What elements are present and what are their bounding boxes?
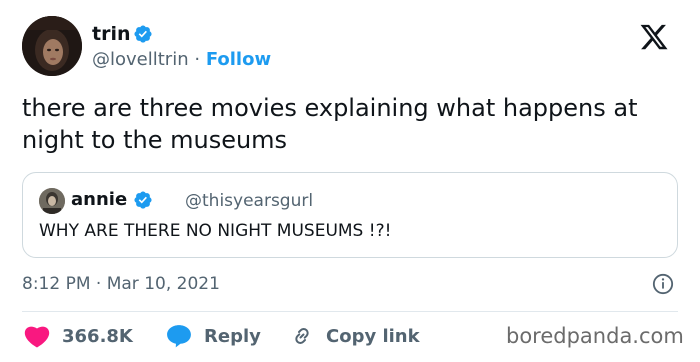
tweet-timestamp[interactable]: 8:12 PM · Mar 10, 2021 xyxy=(22,272,220,296)
follow-button[interactable]: Follow xyxy=(206,49,271,70)
divider xyxy=(22,311,678,312)
handle-row: @lovelltrin · Follow xyxy=(92,48,271,72)
like-button[interactable]: 366.8K xyxy=(24,322,133,350)
like-count: 366.8K xyxy=(62,325,133,347)
reply-label: Reply xyxy=(204,325,261,347)
author-avatar[interactable] xyxy=(22,16,82,76)
author-handle[interactable]: @lovelltrin xyxy=(92,49,189,70)
watermark: boredpanda.com xyxy=(506,324,684,348)
reply-icon xyxy=(167,325,191,348)
author-name[interactable]: trin xyxy=(92,22,131,46)
quoted-tweet-text: WHY ARE THERE NO NIGHT MUSEUMS !?! xyxy=(39,221,392,241)
x-logo-icon[interactable] xyxy=(638,22,670,52)
copy-link-button[interactable]: Copy link xyxy=(290,322,420,350)
quoted-author-name: annie xyxy=(71,189,128,210)
link-icon xyxy=(295,328,309,344)
avatar-image xyxy=(22,16,82,76)
info-icon[interactable] xyxy=(652,273,674,295)
verified-badge-icon xyxy=(134,25,152,43)
quoted-avatar-image xyxy=(39,188,65,214)
separator-dot: · xyxy=(194,49,201,70)
tweet-text: there are three movies explaining what h… xyxy=(22,94,638,154)
verified-badge-icon xyxy=(134,191,152,209)
reply-button[interactable]: Reply xyxy=(166,322,261,350)
quoted-author-handle: @thisyearsgurl xyxy=(185,191,314,211)
quoted-avatar xyxy=(39,188,65,214)
heart-icon xyxy=(24,326,50,348)
copy-link-label: Copy link xyxy=(326,325,420,347)
quoted-tweet[interactable]: annie @thisyearsgurl WHY ARE THERE NO NI… xyxy=(22,172,678,258)
